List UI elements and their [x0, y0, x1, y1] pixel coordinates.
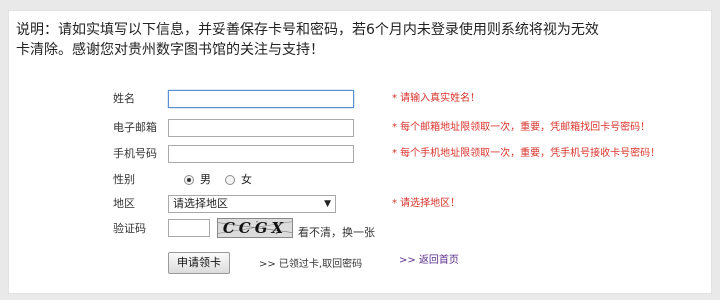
email-hint: * 每个邮箱地址限领取一次，重要，凭邮箱找回卡号密码！: [392, 122, 651, 133]
region-row: 地区 请选择地区 ▼ * 请选择地区！: [0, 193, 720, 215]
gender-female-label: 女: [241, 173, 252, 186]
captcha-label: 验证码: [113, 222, 146, 235]
captcha-image[interactable]: CCGX: [217, 218, 293, 238]
phone-label: 手机号码: [113, 147, 157, 160]
name-row: 姓名 * 请输入真实姓名！: [0, 88, 720, 110]
name-input[interactable]: [168, 90, 354, 108]
captcha-refresh-link[interactable]: 看不清，换一张: [298, 222, 375, 244]
captcha-input[interactable]: [168, 219, 210, 237]
gender-female-radio[interactable]: [225, 175, 235, 185]
dropdown-arrow-icon: ▼: [324, 199, 331, 209]
phone-input[interactable]: [168, 145, 354, 163]
actions-row: 申请领卡 >> 已领过卡,取回密码 >> 返回首页: [0, 252, 720, 276]
region-select-value: 请选择地区: [173, 197, 228, 210]
intro-text: 说明：请如实填写以下信息，并妥善保存卡号和密码，若6个月内未登录使用则系统将视为…: [16, 20, 676, 60]
intro-line-1: 说明：请如实填写以下信息，并妥善保存卡号和密码，若6个月内未登录使用则系统将视为…: [16, 22, 599, 38]
region-label: 地区: [113, 197, 135, 210]
gender-male-radio[interactable]: [184, 175, 194, 185]
intro-line-2: 卡清除。感谢您对贵州数字图书馆的关注与支持！: [16, 42, 324, 58]
captcha-row: 验证码 CCGX 看不清，换一张: [0, 218, 720, 240]
gender-row: 性别 男 女: [0, 169, 720, 191]
captcha-text: CCGX: [222, 219, 288, 237]
email-row: 电子邮箱 * 每个邮箱地址限领取一次，重要，凭邮箱找回卡号密码！: [0, 117, 720, 139]
gender-label: 性别: [113, 173, 135, 186]
phone-row: 手机号码 * 每个手机地址限领取一次，重要，凭手机号接收卡号密码！: [0, 143, 720, 165]
name-hint: * 请输入真实姓名！: [392, 93, 481, 104]
email-input[interactable]: [168, 119, 354, 137]
apply-card-button[interactable]: 申请领卡: [168, 252, 230, 274]
region-select[interactable]: 请选择地区 ▼: [168, 195, 336, 213]
back-home-link[interactable]: >> 返回首页: [399, 250, 459, 272]
region-hint: * 请选择地区！: [392, 198, 461, 209]
name-label: 姓名: [113, 92, 135, 105]
retrieve-password-link[interactable]: >> 已领过卡,取回密码: [259, 254, 362, 276]
gender-male-label: 男: [200, 173, 211, 186]
email-label: 电子邮箱: [113, 121, 157, 134]
phone-hint: * 每个手机地址限领取一次，重要，凭手机号接收卡号密码！: [392, 148, 661, 159]
